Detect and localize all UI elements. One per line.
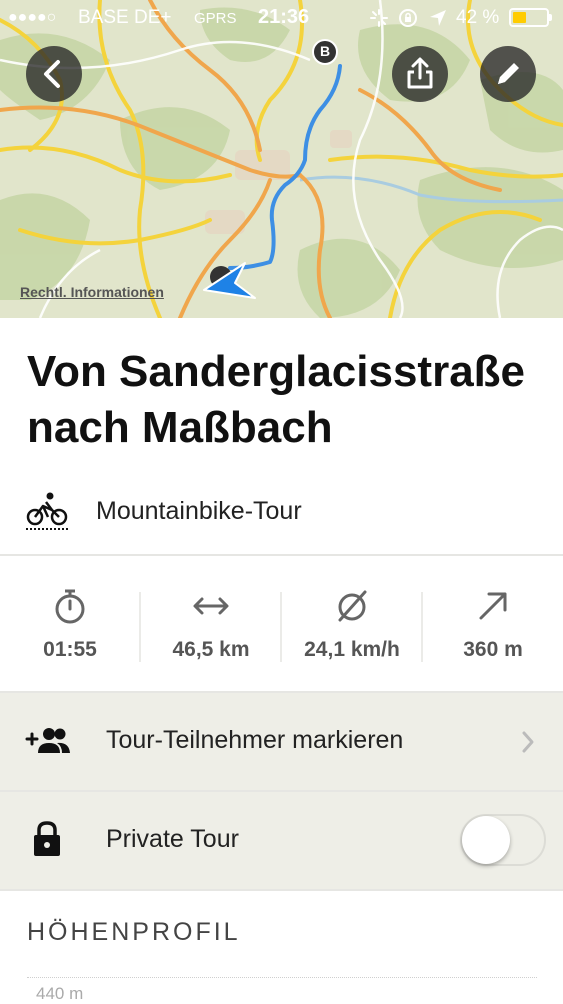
- elevation-gridline: [27, 977, 537, 978]
- stopwatch-icon: [55, 589, 85, 624]
- mountainbike-icon: [26, 492, 68, 530]
- status-bar: ●●●●○ BASE DE+ GPRS 21:36 42 %: [0, 0, 563, 36]
- divider: [0, 889, 563, 891]
- add-people-icon: [25, 728, 70, 753]
- elevation-section-title: HÖHENPROFIL: [27, 918, 241, 946]
- uphill-icon: [479, 592, 507, 620]
- toggle-knob: [462, 816, 510, 864]
- chevron-right-icon: [522, 731, 534, 753]
- stat-value: 360 m: [463, 638, 523, 661]
- stat-average-speed: 24,1 km/h: [282, 578, 422, 678]
- stat-value: 24,1 km/h: [304, 638, 400, 661]
- share-icon: [407, 57, 433, 89]
- battery-icon: [509, 8, 552, 27]
- legal-info-link[interactable]: Rechtl. Informationen: [20, 284, 164, 300]
- end-marker-label: B: [319, 43, 331, 59]
- activity-spinner-icon: [370, 9, 388, 27]
- private-tour-label: Private Tour: [106, 825, 239, 853]
- average-speed-icon: [338, 590, 367, 622]
- share-button[interactable]: [392, 46, 448, 102]
- signal-strength: ●●●●○: [8, 9, 57, 26]
- map-background: [0, 0, 563, 318]
- private-tour-row: Private Tour: [0, 792, 563, 889]
- sport-type: Mountainbike-Tour: [26, 488, 526, 532]
- clock: 21:36: [258, 6, 310, 28]
- tag-participants-label: Tour-Teilnehmer markieren: [106, 726, 404, 754]
- tag-participants-row[interactable]: Tour-Teilnehmer markieren: [0, 693, 563, 790]
- elevation-axis-label: 440 m: [36, 984, 84, 1003]
- back-button[interactable]: [26, 46, 82, 102]
- stat-value: 01:55: [43, 638, 97, 661]
- network-type: GPRS: [194, 10, 237, 27]
- divider: [0, 554, 563, 556]
- route-map[interactable]: B Rechtl. Informationen: [0, 0, 563, 318]
- rotation-lock-icon: [399, 9, 417, 27]
- back-arrow-icon: [44, 60, 60, 88]
- stat-duration: 01:55: [0, 578, 140, 678]
- battery-percent: 42 %: [456, 7, 500, 28]
- carrier-name: BASE DE+: [78, 7, 172, 28]
- location-services-icon: [430, 10, 446, 26]
- stat-value: 46,5 km: [172, 638, 250, 661]
- private-tour-toggle[interactable]: [460, 814, 546, 866]
- tour-title: Von Sanderglacisstraße nach Maßbach: [27, 347, 526, 452]
- pencil-icon: [498, 63, 519, 84]
- lock-icon: [34, 821, 60, 856]
- distance-icon: [193, 597, 229, 615]
- sport-label: Mountainbike-Tour: [96, 497, 302, 525]
- stat-uphill: 360 m: [423, 578, 563, 678]
- stat-distance: 46,5 km: [141, 578, 281, 678]
- edit-button[interactable]: [480, 46, 536, 102]
